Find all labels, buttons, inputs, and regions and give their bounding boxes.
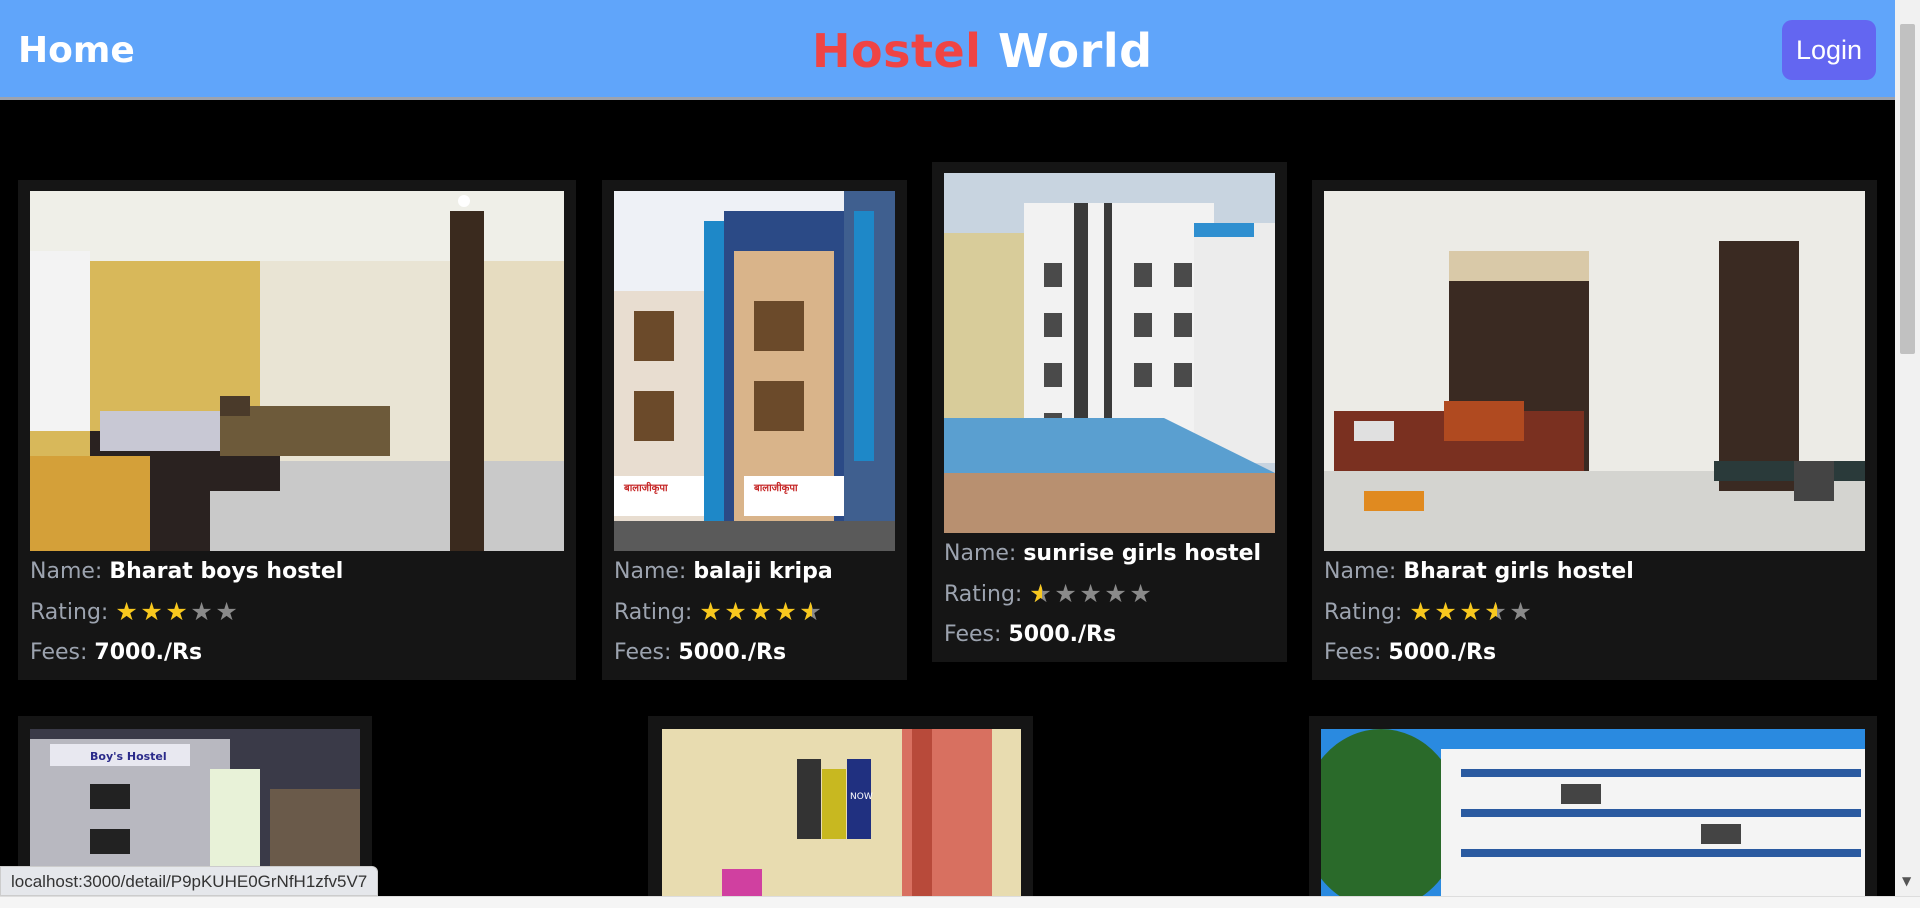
hostel-photo[interactable]: NOW: [662, 729, 1021, 896]
star-icon: ★: [1129, 579, 1152, 608]
star-rating: ★★★★★: [115, 592, 240, 632]
hostel-card[interactable]: Name: sunrise girls hostel Rating: ★ ★ ★ ★ ★…: [932, 162, 1287, 662]
hostel-fees-row: Fees: 5000./Rs: [614, 633, 895, 673]
star-icon: ★: [140, 597, 163, 626]
login-button[interactable]: Login: [1782, 20, 1876, 80]
star-icon: ★: [1104, 579, 1127, 608]
hostel-photo[interactable]: [1321, 729, 1865, 896]
hostel-photo[interactable]: बालाजीकृपा बालाजीकृपा: [614, 191, 895, 551]
hostel-fees-row: Fees: 7000./Rs: [30, 633, 564, 673]
star-rating: ★★★★★: [1029, 574, 1154, 614]
room-photo-illustration: [30, 191, 564, 551]
hostel-photo[interactable]: [30, 191, 564, 551]
hostel-photo[interactable]: [1324, 191, 1865, 551]
hostel-name-row: Name: balaji kripa: [614, 552, 895, 592]
building-photo-illustration: [1321, 729, 1865, 896]
hostel-rating-row: Rating: ★★★★★: [614, 592, 895, 633]
hostel-name: Bharat girls hostel: [1403, 559, 1634, 584]
hostel-fees-row: Fees: 5000./Rs: [944, 615, 1275, 655]
star-icon: ★: [799, 592, 824, 632]
hostel-name: sunrise girls hostel: [1023, 541, 1262, 566]
star-icon: ★: [115, 597, 138, 626]
star-icon: ★: [774, 597, 797, 626]
star-icon: ★: [1409, 597, 1432, 626]
hostel-fees-row: Fees: 5000./Rs: [1324, 633, 1865, 673]
brand-title: Hostel World: [812, 24, 1153, 78]
name-label: Name:: [1324, 559, 1397, 584]
star-rating: ★★★★★: [699, 592, 824, 632]
star-icon: ★: [749, 597, 772, 626]
hostel-name-row: Name: Bharat girls hostel: [1324, 552, 1865, 592]
hostel-fees: 5000./Rs: [678, 640, 787, 665]
hostel-card[interactable]: [1309, 716, 1877, 896]
navbar: Home Hostel World Login: [0, 0, 1895, 100]
rating-label: Rating:: [30, 600, 109, 625]
building-photo-illustration: बालाजीकृपा बालाजीकृपा: [614, 191, 895, 551]
star-icon: ★: [1434, 597, 1457, 626]
hostel-photo[interactable]: [944, 173, 1275, 533]
fees-label: Fees:: [944, 622, 1002, 647]
star-icon: ★: [190, 597, 213, 626]
star-icon: ★: [1509, 597, 1532, 626]
building-photo-illustration: [944, 173, 1275, 533]
rating-label: Rating:: [614, 600, 693, 625]
hostel-rating-row: Rating: ★★★★★: [1324, 592, 1865, 633]
scroll-down-arrow-icon[interactable]: ▼: [1902, 874, 1911, 888]
hostel-fees: 5000./Rs: [1388, 640, 1497, 665]
brand-title-hostel: Hostel: [812, 24, 982, 78]
star-icon: ★: [1054, 579, 1077, 608]
status-bar-url: localhost:3000/detail/P9pKUHE0GrNfH1zfv5…: [0, 866, 379, 896]
star-icon: ★: [215, 597, 238, 626]
star-icon: ★: [1079, 579, 1102, 608]
room-photo-illustration: NOW: [662, 729, 1021, 896]
hostel-fees: 7000./Rs: [94, 640, 203, 665]
hostel-rating-row: Rating: ★★★★★: [30, 592, 564, 633]
nav-home-link[interactable]: Home: [18, 30, 135, 71]
scroll-thumb[interactable]: [1900, 24, 1915, 354]
rating-label: Rating:: [1324, 600, 1403, 625]
star-icon: ★: [1484, 592, 1509, 632]
hostel-info: Name: Bharat boys hostel Rating: ★ ★ ★ ★ ★ F…: [30, 552, 564, 673]
rating-label: Rating:: [944, 582, 1023, 607]
hostel-info: Name: sunrise girls hostel Rating: ★ ★ ★ ★ ★…: [944, 534, 1275, 655]
star-icon: ★: [1459, 597, 1482, 626]
hostel-name: balaji kripa: [693, 559, 833, 584]
hostel-card[interactable]: बालाजीकृपा बालाजीकृपा Name: balaji kripa…: [602, 180, 907, 680]
sign-text: बालाजीकृपा: [753, 481, 798, 494]
fees-label: Fees:: [1324, 640, 1382, 665]
fees-label: Fees:: [30, 640, 88, 665]
star-rating: ★★★★★: [1409, 592, 1534, 632]
sign-text: Boy's Hostel: [90, 750, 167, 763]
star-icon: ★: [1029, 574, 1054, 614]
hostel-fees: 5000./Rs: [1008, 622, 1117, 647]
brand-title-world: World: [997, 24, 1153, 78]
name-label: Name:: [614, 559, 687, 584]
name-label: Name:: [944, 541, 1017, 566]
vertical-scrollbar[interactable]: ▲ ▼: [1895, 0, 1920, 896]
hostel-rating-row: Rating: ★★★★★: [944, 574, 1275, 615]
hostel-card[interactable]: NOW: [648, 716, 1033, 896]
fees-label: Fees:: [614, 640, 672, 665]
room-photo-illustration: [1324, 191, 1865, 551]
hostel-name-row: Name: sunrise girls hostel: [944, 534, 1275, 574]
hostel-name: Bharat boys hostel: [109, 559, 344, 584]
hostel-info: Name: balaji kripa Rating: ★★★★★ Fees: 5…: [614, 552, 895, 673]
star-icon: ★: [165, 597, 188, 626]
sign-text: बालाजीकृपा: [623, 481, 668, 494]
star-icon: ★: [699, 597, 722, 626]
hostel-info: Name: Bharat girls hostel Rating: ★ ★ ★★ ★ …: [1324, 552, 1865, 673]
poster-text: NOW: [850, 792, 873, 802]
hostel-card[interactable]: Name: Bharat girls hostel Rating: ★ ★ ★★ ★ …: [1312, 180, 1877, 680]
hostel-card[interactable]: Name: Bharat boys hostel Rating: ★ ★ ★ ★ ★ F…: [18, 180, 576, 680]
hostel-name-row: Name: Bharat boys hostel: [30, 552, 564, 592]
name-label: Name:: [30, 559, 103, 584]
star-icon: ★: [724, 597, 747, 626]
bottom-taskbar-strip: [0, 896, 1920, 908]
